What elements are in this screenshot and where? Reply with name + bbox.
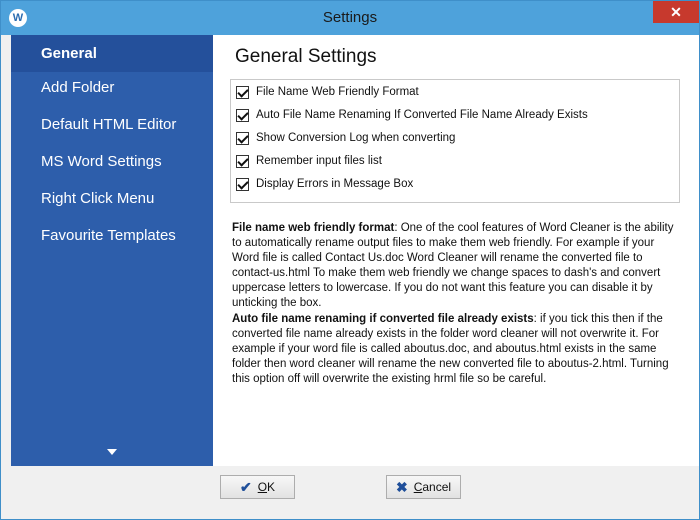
sidebar-item-favourite-templates[interactable]: Favourite Templates (11, 217, 213, 254)
option-remember-files[interactable]: Remember input files list (236, 153, 382, 169)
window-title: Settings (322, 9, 378, 26)
checkbox-display-errors[interactable] (236, 177, 249, 191)
description-term: Auto file name renaming if converted fil… (232, 313, 534, 325)
description-text: : One of the cool features of Word Clean… (232, 222, 674, 309)
cancel-button[interactable]: ✖ Cancel (386, 475, 461, 499)
option-label: Remember input files list (256, 155, 382, 167)
description-web-friendly: File name web friendly format: One of th… (232, 221, 678, 311)
ok-button-label: OK (257, 480, 276, 494)
check-icon: ✔ (239, 478, 252, 495)
description-auto-rename: Auto file name renaming if converted fil… (232, 312, 678, 387)
cancel-icon: ✖ (395, 478, 408, 495)
description-term: File name web friendly format (232, 222, 395, 234)
option-label: Show Conversion Log when converting (256, 132, 456, 144)
settings-window: W Settings ✕ General Add Folder Default … (0, 0, 700, 520)
chevron-down-icon[interactable] (107, 449, 117, 455)
footer: ✔ OK ✖ Cancel (1, 466, 699, 519)
checkbox-remember-files[interactable] (236, 154, 249, 168)
checkbox-auto-rename[interactable] (236, 108, 249, 122)
page-title: General Settings (235, 46, 377, 67)
sidebar-item-ms-word-settings[interactable]: MS Word Settings (11, 143, 213, 180)
option-show-log[interactable]: Show Conversion Log when converting (236, 130, 455, 146)
sidebar-item-general[interactable]: General (11, 35, 213, 72)
option-web-friendly[interactable]: File Name Web Friendly Format (236, 84, 419, 100)
checkbox-web-friendly[interactable] (236, 85, 249, 99)
options-group: File Name Web Friendly Format Auto File … (230, 79, 680, 203)
option-label: Display Errors in Message Box (256, 178, 414, 190)
sidebar-item-default-html-editor[interactable]: Default HTML Editor (11, 106, 213, 143)
sidebar-item-right-click-menu[interactable]: Right Click Menu (11, 180, 213, 217)
sidebar: General Add Folder Default HTML Editor M… (11, 35, 213, 466)
option-auto-rename[interactable]: Auto File Name Renaming If Converted Fil… (236, 107, 588, 123)
close-button[interactable]: ✕ (653, 1, 699, 23)
option-display-errors[interactable]: Display Errors in Message Box (236, 176, 413, 192)
checkbox-show-log[interactable] (236, 131, 249, 145)
close-icon: ✕ (670, 4, 682, 20)
option-label: File Name Web Friendly Format (256, 86, 419, 98)
sidebar-item-add-folder[interactable]: Add Folder (11, 69, 213, 106)
cancel-button-label: Cancel (413, 480, 452, 494)
title-bar[interactable]: W Settings ✕ (1, 1, 699, 35)
ok-button[interactable]: ✔ OK (220, 475, 295, 499)
option-label: Auto File Name Renaming If Converted Fil… (256, 109, 588, 121)
settings-panel: General Settings File Name Web Friendly … (213, 35, 699, 466)
